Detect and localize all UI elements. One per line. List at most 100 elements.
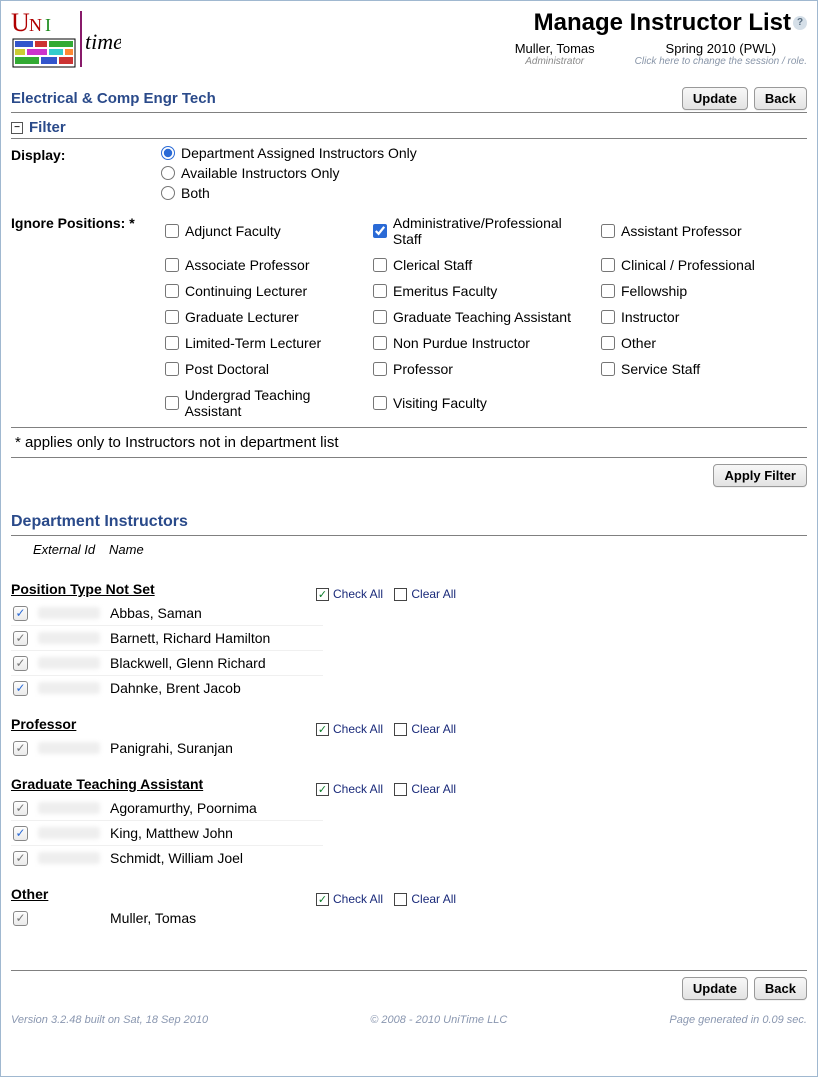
external-id-redacted <box>38 657 100 669</box>
position-option[interactable]: Emeritus Faculty <box>373 283 593 299</box>
clear-all-link[interactable]: Clear All <box>411 892 456 906</box>
position-checkbox[interactable] <box>165 224 179 238</box>
position-checkbox[interactable] <box>601 310 615 324</box>
position-option[interactable]: Graduate Lecturer <box>165 309 365 325</box>
instructor-checkbox[interactable]: ✓ <box>13 681 28 696</box>
filter-section-label: Filter <box>29 119 66 136</box>
page-title: Manage Instructor List <box>534 9 791 37</box>
collapse-icon[interactable]: − <box>11 122 23 134</box>
filter-note: * applies only to Instructors not in dep… <box>11 427 807 458</box>
position-label: Graduate Teaching Assistant <box>393 309 571 325</box>
external-id-redacted <box>38 742 100 754</box>
clear-all-link[interactable]: Clear All <box>411 782 456 796</box>
update-button-bottom[interactable]: Update <box>682 977 748 1000</box>
check-all-link[interactable]: Check All <box>333 892 383 906</box>
display-label: Display: <box>11 145 161 163</box>
position-checkbox[interactable] <box>373 396 387 410</box>
position-option[interactable]: Limited-Term Lecturer <box>165 335 365 351</box>
position-label: Professor <box>393 361 453 377</box>
display-radio[interactable] <box>161 166 175 180</box>
position-option[interactable]: Assistant Professor <box>601 215 781 247</box>
footer: Version 3.2.48 built on Sat, 18 Sep 2010… <box>11 1010 807 1026</box>
position-option[interactable]: Non Purdue Instructor <box>373 335 593 351</box>
position-option[interactable]: Instructor <box>601 309 781 325</box>
instructor-checkbox[interactable]: ✓ <box>13 851 28 866</box>
session-hint: Click here to change the session / role. <box>635 56 807 67</box>
position-option[interactable]: Undergrad Teaching Assistant <box>165 387 365 419</box>
update-button-top[interactable]: Update <box>682 87 748 110</box>
display-option[interactable]: Department Assigned Instructors Only <box>161 145 807 161</box>
position-checkbox[interactable] <box>373 310 387 324</box>
position-checkbox[interactable] <box>373 362 387 376</box>
position-option[interactable]: Graduate Teaching Assistant <box>373 309 593 325</box>
department-title: Electrical & Comp Engr Tech <box>11 90 216 107</box>
clear-all-link[interactable]: Clear All <box>411 587 456 601</box>
instructor-checkbox[interactable]: ✓ <box>13 801 28 816</box>
instructor-checkbox[interactable]: ✓ <box>13 606 28 621</box>
position-option[interactable]: Administrative/Professional Staff <box>373 215 593 247</box>
external-id-redacted <box>38 682 100 694</box>
position-option[interactable]: Clerical Staff <box>373 257 593 273</box>
position-checkbox[interactable] <box>165 284 179 298</box>
position-checkbox[interactable] <box>373 284 387 298</box>
display-option[interactable]: Both <box>161 185 807 201</box>
position-checkbox[interactable] <box>601 258 615 272</box>
apply-filter-button[interactable]: Apply Filter <box>713 464 807 487</box>
session-block[interactable]: Spring 2010 (PWL) Click here to change t… <box>635 41 807 67</box>
instructor-checkbox[interactable]: ✓ <box>13 911 28 926</box>
position-checkbox[interactable] <box>601 284 615 298</box>
position-label: Emeritus Faculty <box>393 283 497 299</box>
position-checkbox[interactable] <box>373 258 387 272</box>
display-radio[interactable] <box>161 146 175 160</box>
position-option[interactable]: Other <box>601 335 781 351</box>
clear-all-icon <box>394 723 407 736</box>
instructor-name: Panigrahi, Suranjan <box>110 740 233 756</box>
instructor-checkbox[interactable]: ✓ <box>13 631 28 646</box>
position-label: Limited-Term Lecturer <box>185 335 321 351</box>
check-all-link[interactable]: Check All <box>333 587 383 601</box>
position-checkbox[interactable] <box>601 362 615 376</box>
instructor-name: King, Matthew John <box>110 825 233 841</box>
instructor-name: Blackwell, Glenn Richard <box>110 655 266 671</box>
position-option[interactable]: Professor <box>373 361 593 377</box>
position-checkbox[interactable] <box>601 224 615 238</box>
group-header: Position Type Not Set <box>11 581 316 597</box>
position-checkbox[interactable] <box>165 258 179 272</box>
position-label: Graduate Lecturer <box>185 309 299 325</box>
position-label: Assistant Professor <box>621 223 742 239</box>
position-checkbox[interactable] <box>165 310 179 324</box>
position-checkbox[interactable] <box>165 336 179 350</box>
instructor-name: Agoramurthy, Poornima <box>110 800 257 816</box>
position-option[interactable]: Fellowship <box>601 283 781 299</box>
check-all-icon: ✓ <box>316 723 329 736</box>
instructor-checkbox[interactable]: ✓ <box>13 826 28 841</box>
instructor-checkbox[interactable]: ✓ <box>13 741 28 756</box>
instructor-name: Abbas, Saman <box>110 605 202 621</box>
position-checkbox[interactable] <box>601 336 615 350</box>
display-option[interactable]: Available Instructors Only <box>161 165 807 181</box>
back-button-top[interactable]: Back <box>754 87 807 110</box>
position-checkbox[interactable] <box>373 336 387 350</box>
user-block[interactable]: Muller, Tomas Administrator <box>515 41 595 67</box>
position-option[interactable]: Post Doctoral <box>165 361 365 377</box>
check-all-link[interactable]: Check All <box>333 782 383 796</box>
clear-all-link[interactable]: Clear All <box>411 722 456 736</box>
position-option[interactable]: Adjunct Faculty <box>165 215 365 247</box>
position-checkbox[interactable] <box>165 362 179 376</box>
column-headers: External Id Name <box>33 542 807 557</box>
position-checkbox[interactable] <box>165 396 179 410</box>
display-radio[interactable] <box>161 186 175 200</box>
help-icon[interactable]: ? <box>793 16 807 30</box>
position-label: Undergrad Teaching Assistant <box>185 387 365 419</box>
instructor-checkbox[interactable]: ✓ <box>13 656 28 671</box>
position-checkbox[interactable] <box>373 224 387 238</box>
instructor-row: ✓ Dahnke, Brent Jacob <box>11 676 323 700</box>
check-all-link[interactable]: Check All <box>333 722 383 736</box>
position-option[interactable]: Associate Professor <box>165 257 365 273</box>
position-label: Adjunct Faculty <box>185 223 281 239</box>
position-option[interactable]: Service Staff <box>601 361 781 377</box>
position-option[interactable]: Continuing Lecturer <box>165 283 365 299</box>
position-option[interactable]: Clinical / Professional <box>601 257 781 273</box>
back-button-bottom[interactable]: Back <box>754 977 807 1000</box>
position-option[interactable]: Visiting Faculty <box>373 387 593 419</box>
